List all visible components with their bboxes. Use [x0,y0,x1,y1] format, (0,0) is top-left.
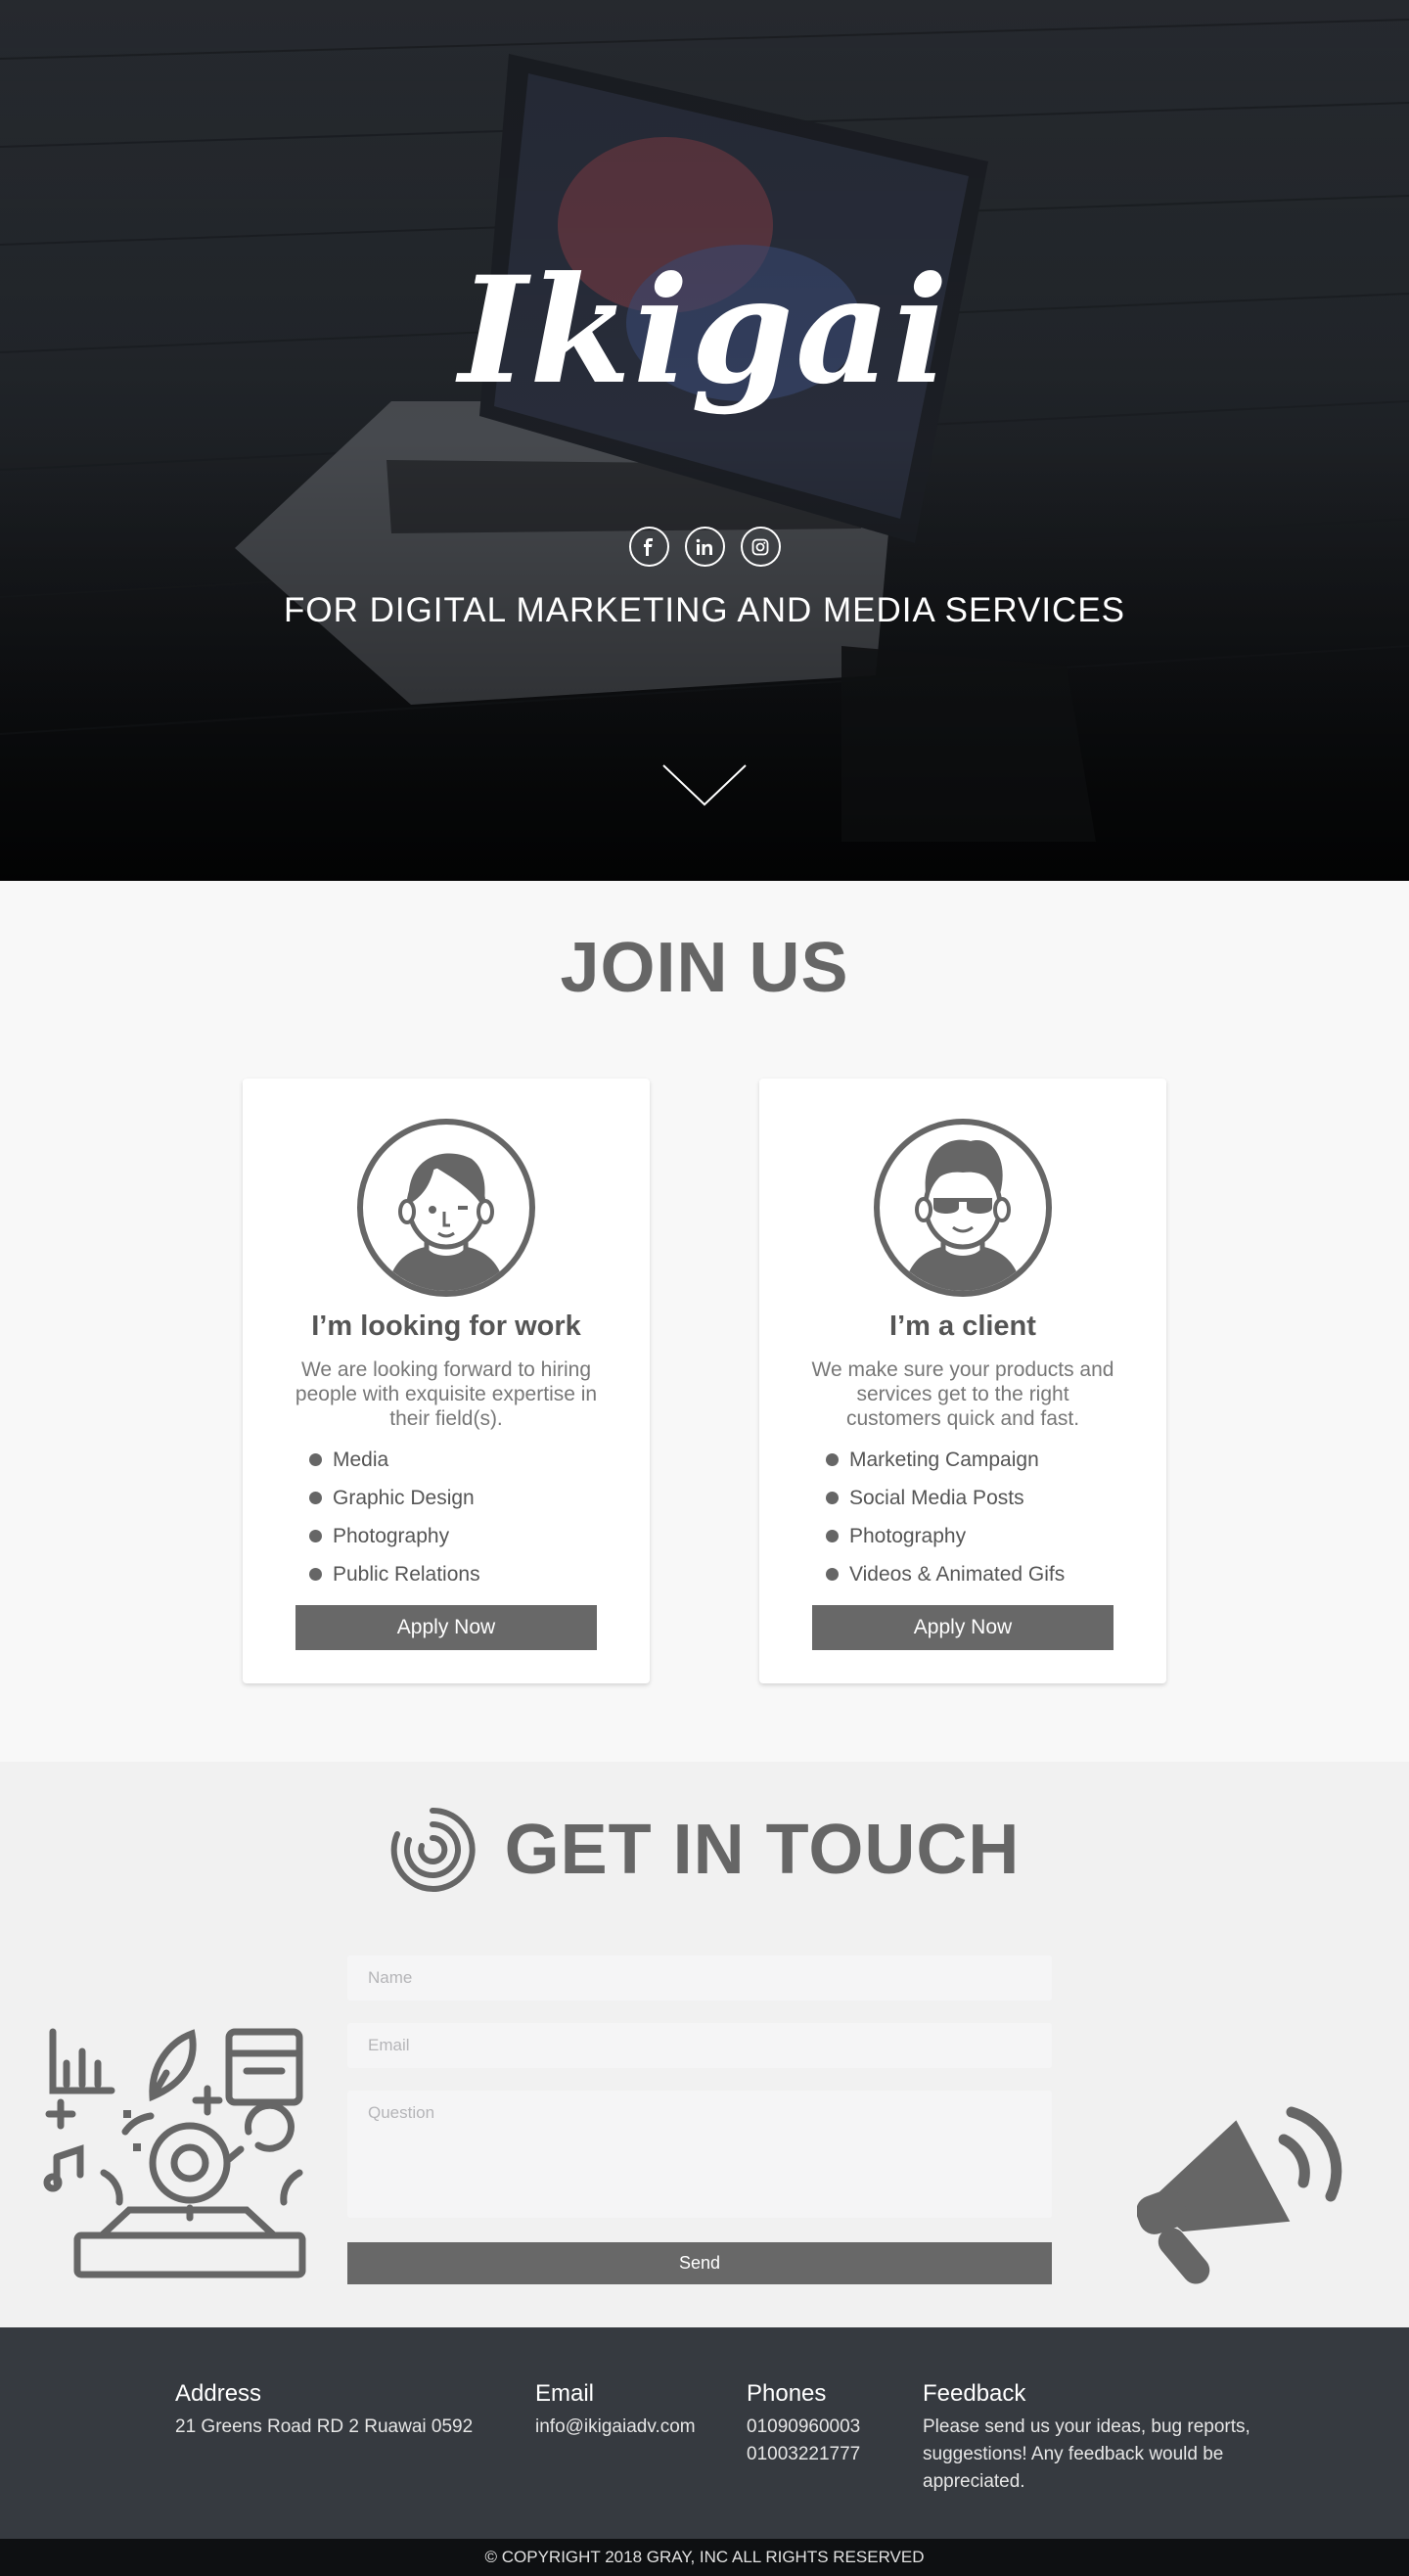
footer-address: Address 21 Greens Road RD 2 Ruawai 0592 [175,2380,473,2441]
phone-number[interactable]: 01003221777 [747,2441,860,2468]
job-seeker-card: I’m looking for work We are looking forw… [243,1079,650,1683]
join-us-title: JOIN US [560,929,849,1007]
bullet-icon [826,1530,839,1542]
list-item-label: Marketing Campaign [849,1448,1039,1471]
female-avatar-icon [357,1119,535,1297]
brand-logo[interactable]: Ikigai [0,245,1409,417]
instagram-icon [751,538,769,555]
list-item: Photography [826,1517,1065,1555]
social-links [0,527,1409,567]
list-item-label: Videos & Animated Gifs [849,1562,1066,1586]
chevron-down-icon[interactable] [661,763,748,808]
email-field[interactable] [347,2023,1052,2068]
list-item: Photography [309,1517,480,1555]
hero-section: Ikigai FOR DIGITAL MARKETING AND MEDIA S… [0,0,1409,881]
linkedin-icon [696,538,712,555]
footer-email: Email info@ikigaiadv.com [535,2380,696,2441]
bullet-icon [309,1492,322,1504]
address-heading: Address [175,2380,262,2407]
phone-number[interactable]: 01090960003 [747,2414,860,2441]
footer: Address 21 Greens Road RD 2 Ruawai 0592 … [0,2327,1409,2539]
list-item: Public Relations [309,1555,480,1593]
feedback-heading: Feedback [923,2380,1026,2407]
megaphone-icon [1137,2106,1342,2284]
feedback-text: Please send us your ideas, bug reports, … [923,2416,1250,2492]
send-button[interactable]: Send [347,2242,1052,2284]
male-avatar-icon [874,1119,1052,1297]
list-item: Graphic Design [309,1479,480,1517]
job-seeker-description: We are looking forward to hiring people … [295,1358,598,1430]
bullet-icon [309,1530,322,1542]
media-services-icon [43,2028,306,2278]
hero-overlay [0,0,1409,881]
bullet-icon [826,1568,839,1581]
join-us-section: JOIN US I’m looking for work We are look… [0,881,1409,1762]
contact-section: GET IN TOUCH Send [0,1762,1409,2327]
job-seeker-title: I’m looking for work [311,1311,581,1342]
linkedin-link[interactable] [684,527,725,567]
phones-heading: Phones [747,2380,827,2407]
question-field[interactable] [347,2091,1052,2218]
target-spiral-icon [390,1807,476,1892]
client-services-list: Marketing Campaign Social Media Posts Ph… [826,1441,1065,1593]
apply-now-button-work[interactable]: Apply Now [295,1605,597,1650]
bullet-icon [826,1492,839,1504]
list-item-label: Media [333,1448,389,1471]
list-item: Social Media Posts [826,1479,1065,1517]
address-text: 21 Greens Road RD 2 Ruawai 0592 [175,2416,474,2437]
client-card: I’m a client We make sure your products … [759,1079,1166,1683]
copyright-bar: © COPYRIGHT 2018 GRAY, INC ALL RIGHTS RE… [0,2539,1409,2576]
facebook-link[interactable] [628,527,669,567]
list-item-label: Graphic Design [333,1486,475,1509]
hero-tagline: FOR DIGITAL MARKETING AND MEDIA SERVICES [283,591,1126,629]
job-seeker-services-list: Media Graphic Design Photography Public … [309,1441,480,1593]
bullet-icon [826,1453,839,1466]
email-link[interactable]: info@ikigaiadv.com [535,2414,696,2441]
bullet-icon [309,1568,322,1581]
email-heading: Email [535,2380,595,2407]
list-item: Marketing Campaign [826,1441,1065,1479]
bullet-icon [309,1453,322,1466]
list-item-label: Photography [333,1524,450,1547]
facebook-icon [644,537,653,556]
contact-header: GET IN TOUCH [0,1807,1409,1893]
instagram-link[interactable] [740,527,781,567]
list-item: Videos & Animated Gifs [826,1555,1065,1593]
list-item-label: Photography [849,1524,967,1547]
apply-now-button-client[interactable]: Apply Now [812,1605,1114,1650]
list-item-label: Social Media Posts [849,1486,1024,1509]
footer-feedback: Feedback Please send us your ideas, bug … [923,2380,1255,2496]
footer-phones: Phones 01090960003 01003221777 [747,2380,860,2468]
list-item-label: Public Relations [333,1562,480,1586]
contact-title: GET IN TOUCH [504,1811,1021,1889]
client-title: I’m a client [889,1311,1036,1342]
client-description: We make sure your products and services … [811,1358,1114,1430]
list-item: Media [309,1441,480,1479]
name-field[interactable] [347,1955,1052,2001]
